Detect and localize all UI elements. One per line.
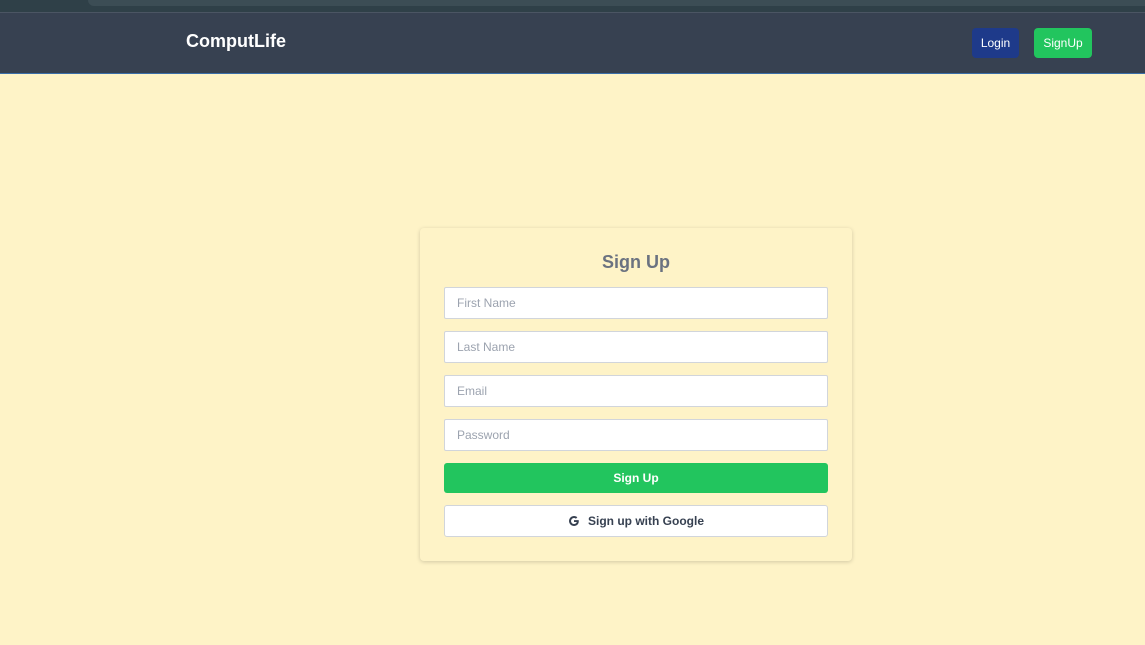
top-navbar: ComputLife Login SignUp: [0, 12, 1145, 74]
google-icon: [569, 516, 579, 526]
signup-submit-button[interactable]: Sign Up: [444, 463, 828, 493]
email-input[interactable]: [444, 375, 828, 407]
form-title: Sign Up: [602, 252, 670, 272]
password-input[interactable]: [444, 419, 828, 451]
browser-tab-shape: [88, 0, 1145, 6]
first-name-input[interactable]: [444, 287, 828, 319]
google-signup-label: Sign up with Google: [588, 514, 704, 528]
google-signup-button[interactable]: Sign up with Google: [444, 505, 828, 537]
login-button[interactable]: Login: [972, 28, 1019, 58]
last-name-input[interactable]: [444, 331, 828, 363]
browser-chrome-strip: [0, 0, 1145, 12]
brand-logo-text[interactable]: ComputLife: [186, 31, 286, 52]
signup-card: Sign Up Sign Up Sign up with Google: [420, 228, 852, 561]
signup-nav-button[interactable]: SignUp: [1034, 28, 1092, 58]
